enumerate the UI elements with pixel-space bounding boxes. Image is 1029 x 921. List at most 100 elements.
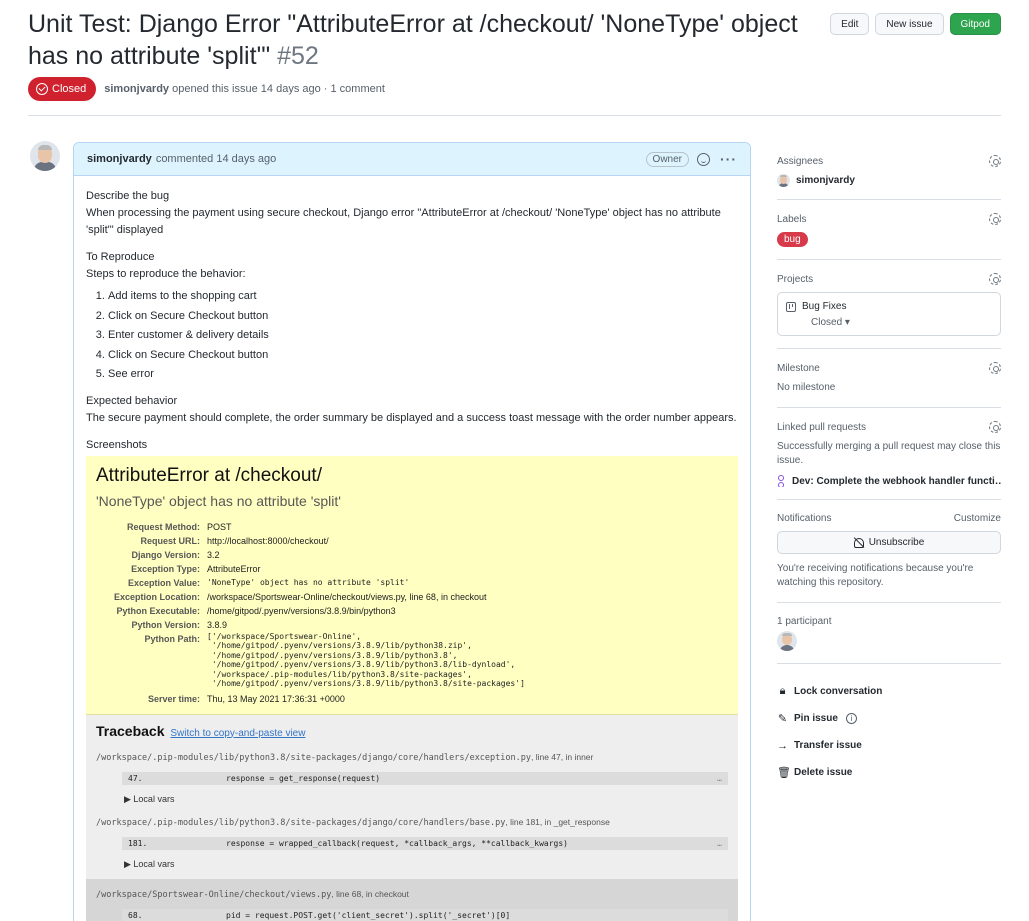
list-item: Click on Secure Checkout button [108, 346, 738, 366]
issue-author-link[interactable]: simonjvardy [104, 83, 169, 95]
participant-avatar[interactable] [777, 631, 797, 651]
linked-pr-section: Linked pull requests Successfully mergin… [777, 408, 1001, 500]
ellipsis-icon[interactable]: … [717, 770, 722, 787]
gitpod-button[interactable]: Gitpod [949, 13, 1001, 35]
error-subheading: 'NoneType' object has no attribute 'spli… [96, 492, 341, 509]
bell-slash-icon [853, 537, 864, 548]
milestone-value: No milestone [777, 382, 836, 393]
notifications-section: Notifications Customize Unsubscribe You'r… [777, 500, 1001, 603]
frame-where: , line 47, in inner [530, 751, 594, 762]
local-vars-toggle[interactable]: ▶ Local vars [124, 791, 728, 808]
list-item: Click on Secure Checkout button [108, 307, 738, 327]
error-screenshot[interactable]: AttributeError at /checkout/ 'NoneType' … [86, 455, 738, 921]
transfer-label: Transfer issue [794, 740, 862, 751]
frame-where: , line 181, in _get_response [505, 816, 610, 827]
lock-conversation-button[interactable]: 🔒︎ Lock conversation [777, 678, 1001, 705]
smiley-icon[interactable] [697, 152, 710, 166]
row-value: AttributeError [207, 563, 261, 574]
issue-comment: simonjvardy commented 14 days ago Owner … [73, 142, 751, 921]
customize-link[interactable]: Customize [954, 513, 1001, 524]
row-value: ['/workspace/Sportswear-Online', '/home/… [207, 631, 525, 689]
error-row: Server time: Thu, 13 May 2021 17:36:31 +0… [96, 692, 728, 706]
project-status-dropdown[interactable]: Closed ▾ [811, 317, 992, 328]
linked-pr-link[interactable]: Dev: Complete the webhook handler functi… [777, 475, 1001, 487]
linked-pr-title: Linked pull requests [777, 421, 866, 433]
lock-label: Lock conversation [794, 686, 883, 697]
milestone-title: Milestone [777, 362, 820, 374]
row-key: Server time: [147, 693, 200, 704]
pin-issue-button[interactable]: ✎ Pin issue i [777, 705, 1001, 732]
edit-button[interactable]: Edit [830, 13, 870, 35]
traceback-title-text: Traceback [96, 722, 165, 739]
transfer-issue-button[interactable]: → Transfer issue [777, 732, 1001, 759]
reproduce-steps: Add items to the shopping cart Click on … [108, 287, 738, 385]
row-value: Thu, 13 May 2021 17:36:31 +0000 [207, 693, 345, 704]
row-key: Python Path: [144, 633, 201, 644]
frame-file: /workspace/.pip-modules/lib/python3.8/si… [96, 752, 531, 763]
list-item: Add items to the shopping cart [108, 287, 738, 307]
pin-icon: ✎ [777, 713, 788, 725]
delete-issue-button[interactable]: 🗑︎ Delete issue [777, 759, 1001, 786]
traceback-section: Traceback Switch to copy-and-paste view … [86, 714, 738, 921]
new-issue-button[interactable]: New issue [875, 13, 944, 35]
lock-icon: 🔒︎ [779, 685, 786, 697]
error-row: Django Version: 3.2 [96, 548, 728, 562]
labels-section: Labels bug [777, 200, 1001, 260]
arrow-right-icon: → [777, 739, 788, 752]
delete-label: Delete issue [794, 767, 853, 778]
describe-section: Describe the bug When processing the paym… [86, 188, 738, 239]
issue-header: Unit Test: Django Error "AttributeError … [28, 8, 828, 72]
ellipsis-icon[interactable]: … [717, 835, 722, 852]
frame-code-text: response = get_response(request) [226, 773, 381, 783]
row-value: 3.2 [207, 549, 220, 560]
error-row: Python Executable: /home/gitpod/.pyenv/ve… [96, 604, 728, 618]
error-heading: AttributeError at /checkout/ [96, 464, 322, 486]
row-value: 'NoneType' object has no attribute 'spli… [207, 577, 410, 587]
copy-paste-view-link[interactable]: Switch to copy-and-paste view [170, 728, 305, 739]
assignee-name: simonjvardy [796, 175, 855, 186]
status-badge: Closed [28, 77, 97, 101]
row-key: Exception Location: [113, 591, 200, 602]
project-link[interactable]: Bug Fixes [802, 301, 846, 312]
describe-title: Describe the bug [86, 190, 170, 202]
expected-section: Expected behavior The secure payment shou… [86, 393, 738, 427]
author-avatar[interactable] [30, 141, 60, 171]
gear-icon[interactable] [989, 213, 1001, 225]
kebab-menu-icon[interactable]: ··· [720, 152, 737, 166]
comment-timestamp[interactable]: commented 14 days ago [156, 153, 276, 165]
gear-icon[interactable] [989, 155, 1001, 167]
status-text: Closed [52, 83, 87, 95]
list-item: Enter customer & delivery details [108, 326, 738, 346]
linked-pr-name: Dev: Complete the webhook handler functi… [792, 475, 1001, 487]
unsubscribe-button[interactable]: Unsubscribe [777, 531, 1001, 554]
row-key: Exception Type: [131, 563, 200, 574]
label-bug[interactable]: bug [777, 232, 808, 247]
traceback-title: Traceback Switch to copy-and-paste view [96, 723, 728, 742]
info-icon[interactable]: i [845, 713, 857, 724]
error-row: Request URL: http://localhost:8000/checko… [96, 534, 728, 548]
reproduce-section: To Reproduce Steps to reproduce the behav… [86, 249, 738, 283]
assignees-section: Assignees simonjvardy [777, 142, 1001, 200]
row-key: Django Version: [131, 549, 200, 560]
row-value: /workspace/Sportswear-Online/checkout/vi… [207, 591, 487, 602]
gear-icon[interactable] [989, 362, 1001, 374]
header-actions: Edit New issue Gitpod [830, 13, 1001, 35]
linked-pr-text: Successfully merging a pull request may … [777, 441, 1001, 466]
frame-line-no: 47. [128, 773, 143, 783]
issue-actions: 🔒︎ Lock conversation ✎ Pin issue i → Transfe… [777, 664, 1001, 786]
row-value: http://localhost:8000/checkout/ [207, 535, 329, 546]
assignees-title: Assignees [777, 155, 824, 167]
pull-request-icon [777, 475, 787, 487]
assignee-link[interactable]: simonjvardy [777, 174, 1001, 187]
gear-icon[interactable] [989, 421, 1001, 433]
frame-line-no: 68. [128, 910, 143, 920]
comment-author-link[interactable]: simonjvardy [87, 153, 152, 165]
pin-label: Pin issue [794, 713, 838, 724]
row-key: Python Executable: [116, 605, 200, 616]
list-item: See error [108, 365, 738, 385]
issue-meta-rest: opened this issue 14 days ago · 1 commen… [172, 83, 385, 95]
row-value: 3.8.9 [207, 619, 228, 630]
frame-highlighted: /workspace/Sportswear-Online/checkout/vi… [86, 878, 738, 921]
local-vars-toggle[interactable]: ▶ Local vars [124, 856, 728, 873]
gear-icon[interactable] [989, 273, 1001, 285]
